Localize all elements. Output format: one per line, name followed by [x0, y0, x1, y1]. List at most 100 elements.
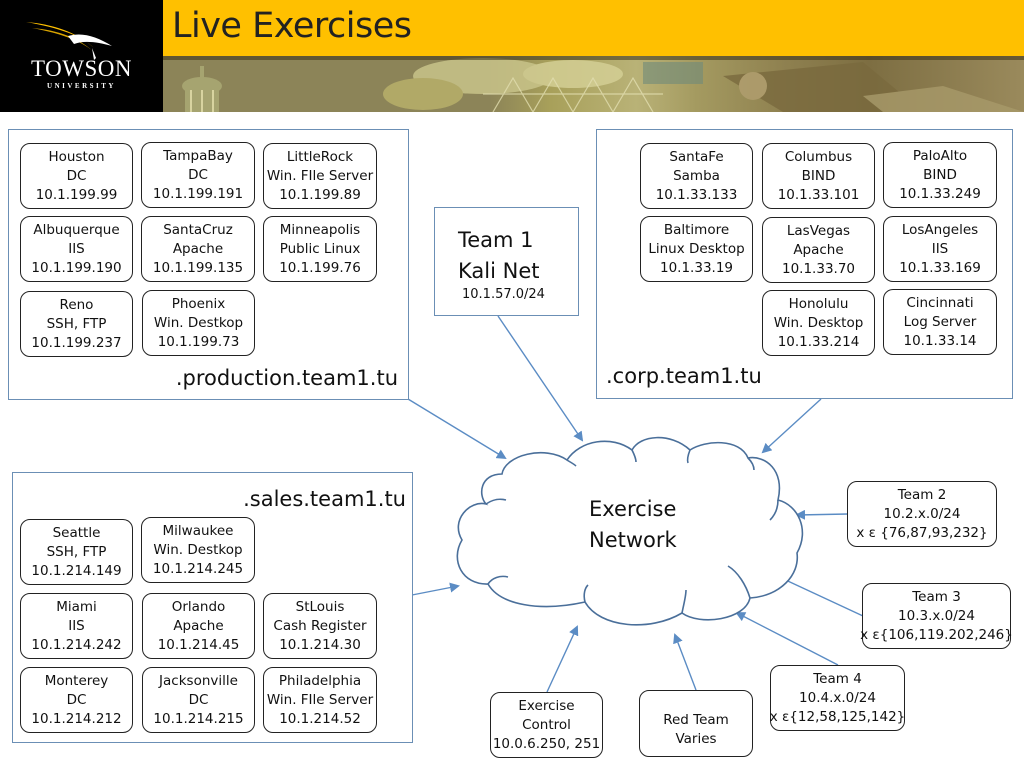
host-ip: 10.1.214.245	[152, 560, 244, 577]
team-node-team2[interactable]: Team 2 10.2.x.0/24 x ε {76,87,93,232}	[847, 481, 997, 547]
host-node[interactable]: Monterey DC 10.1.214.212	[20, 667, 133, 733]
host-node[interactable]: Baltimore Linux Desktop 10.1.33.19	[640, 216, 753, 282]
host-ip: 10.1.199.73	[157, 333, 240, 350]
exercise-control-node[interactable]: Exercise Control 10.0.6.250, 251	[490, 692, 603, 758]
host-node[interactable]: SantaCruz Apache 10.1.199.135	[141, 216, 255, 282]
team-set: x ε {76,87,93,232}	[856, 524, 988, 541]
host-name: Jacksonville	[159, 672, 238, 689]
host-name: Columbus	[784, 148, 853, 165]
team-subnet: 10.3.x.0/24	[898, 607, 975, 624]
host-name: Baltimore	[663, 221, 730, 238]
host-name: Seattle	[52, 524, 101, 541]
host-name: StLouis	[295, 598, 345, 615]
control-line1: Exercise	[518, 697, 575, 714]
host-ip: 10.1.214.212	[31, 710, 122, 727]
host-node[interactable]: Jacksonville DC 10.1.214.215	[142, 667, 255, 733]
host-node[interactable]: LittleRock Win. FIle Server 10.1.199.89	[263, 143, 377, 209]
team-subnet: 10.2.x.0/24	[883, 505, 961, 522]
host-node[interactable]: LosAngeles IIS 10.1.33.169	[883, 216, 997, 282]
university-logo: TOWSON UNIVERSITY	[0, 0, 163, 112]
host-name: Houston	[48, 148, 105, 165]
host-role: Win. Destkop	[153, 541, 243, 558]
host-role: Public Linux	[279, 240, 361, 257]
kali-subnet: 10.1.57.0/24	[462, 287, 545, 302]
arrow-production-to-cloud	[407, 398, 507, 460]
banner-shadow	[163, 56, 1024, 60]
host-node[interactable]: Minneapolis Public Linux 10.1.199.76	[263, 216, 377, 282]
host-ip: 10.1.199.89	[279, 186, 361, 203]
host-name: Monterey	[44, 672, 109, 689]
red-team-node[interactable]: Red Team Varies	[639, 690, 753, 757]
logo-subtitle: UNIVERSITY	[47, 82, 116, 90]
host-ip: 10.1.199.190	[31, 259, 122, 276]
host-ip: 10.1.33.169	[899, 259, 981, 276]
host-role: Win. Desktop	[773, 314, 864, 331]
host-ip: 10.1.33.14	[903, 332, 977, 349]
header-photo-banner	[163, 56, 1024, 112]
host-role: BIND	[923, 166, 957, 183]
host-node[interactable]: LasVegas Apache 10.1.33.70	[762, 217, 875, 283]
host-node[interactable]: Honolulu Win. Desktop 10.1.33.214	[762, 290, 875, 356]
host-ip: 10.1.199.191	[152, 185, 244, 202]
team-node-team3[interactable]: Team 3 10.3.x.0/24 x ε{106,119.202,246}	[860, 583, 1013, 649]
host-ip: 10.1.33.101	[777, 186, 860, 203]
control-line2: Control	[522, 716, 571, 733]
host-role: Cash Register	[273, 617, 367, 634]
host-node[interactable]: PaloAlto BIND 10.1.33.249	[883, 142, 997, 208]
host-node[interactable]: Seattle SSH, FTP 10.1.214.149	[20, 519, 133, 585]
team-node-team4[interactable]: Team 4 10.4.x.0/24 x ε{12,58,125,142}	[770, 665, 905, 731]
host-name: Albuquerque	[33, 221, 120, 238]
host-ip: 10.1.33.70	[782, 260, 855, 277]
host-name: LasVegas	[786, 222, 851, 239]
host-ip: 10.1.214.242	[31, 636, 122, 653]
host-name: Minneapolis	[279, 221, 361, 238]
host-role: DC	[188, 691, 209, 708]
host-node[interactable]: Columbus BIND 10.1.33.101	[762, 143, 875, 209]
campus-photo-illustration	[182, 58, 1024, 112]
arrow-redteam-to-cloud	[673, 633, 697, 691]
host-name: Orlando	[171, 598, 226, 615]
host-name: LittleRock	[286, 148, 354, 165]
host-node[interactable]: Cincinnati Log Server 10.1.33.14	[883, 289, 997, 355]
host-role: Win. FIle Server	[266, 167, 374, 184]
host-name: Milwaukee	[162, 522, 234, 539]
host-name: TampaBay	[163, 147, 233, 164]
arrow-team4-to-cloud	[735, 612, 839, 666]
host-node[interactable]: Miami IIS 10.1.214.242	[20, 593, 133, 659]
host-node[interactable]: SantaFe Samba 10.1.33.133	[640, 143, 753, 209]
team-set: x ε{12,58,125,142}	[769, 708, 906, 725]
host-name: SantaFe	[669, 148, 724, 165]
host-role: Linux Desktop	[648, 240, 745, 257]
arrow-kali-to-cloud	[497, 315, 584, 442]
host-ip: 10.1.214.52	[279, 710, 361, 727]
host-name: LosAngeles	[901, 221, 979, 238]
host-node[interactable]: Houston DC 10.1.199.99	[20, 143, 133, 209]
host-node[interactable]: TampaBay DC 10.1.199.191	[141, 142, 255, 208]
team1-kali-net[interactable]: Team 1 Kali Net 10.1.57.0/24	[434, 207, 579, 316]
host-role: Apache	[793, 241, 844, 258]
host-node[interactable]: Philadelphia Win. FIle Server 10.1.214.5…	[263, 667, 377, 733]
team-name: Team 3	[912, 588, 961, 605]
exercise-network-label: Exercise Network	[589, 494, 677, 556]
cloud-label-line1: Exercise	[589, 497, 677, 521]
host-node[interactable]: Reno SSH, FTP 10.1.199.237	[20, 291, 133, 357]
page-title: Live Exercises	[172, 6, 412, 46]
host-name: Miami	[56, 598, 97, 615]
host-ip: 10.1.33.133	[655, 186, 738, 203]
host-ip: 10.1.199.76	[279, 259, 361, 276]
host-role: IIS	[68, 617, 85, 634]
host-node[interactable]: Milwaukee Win. Destkop 10.1.214.245	[141, 517, 255, 583]
logo-swoosh-icon	[26, 22, 112, 60]
host-node[interactable]: Phoenix Win. Destkop 10.1.199.73	[142, 290, 255, 356]
host-node[interactable]: Albuquerque IIS 10.1.199.190	[20, 216, 133, 282]
host-node[interactable]: StLouis Cash Register 10.1.214.30	[263, 593, 377, 659]
host-node[interactable]: Orlando Apache 10.1.214.45	[142, 593, 255, 659]
host-role: DC	[66, 167, 87, 184]
host-name: SantaCruz	[163, 221, 233, 238]
host-role: Apache	[172, 240, 224, 257]
host-name: Honolulu	[788, 295, 849, 312]
host-name: PaloAlto	[912, 147, 968, 164]
zone-label-production: .production.team1.tu	[175, 366, 398, 390]
arrow-sales-to-cloud	[411, 582, 460, 596]
kali-title-line2: Kali Net	[458, 259, 540, 283]
